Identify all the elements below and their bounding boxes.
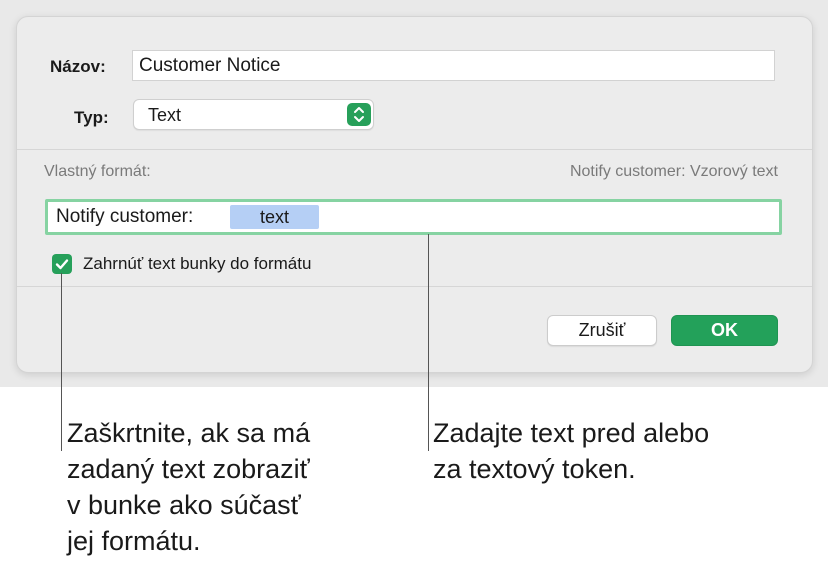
callout-left-line: jej formátu.	[67, 526, 201, 556]
type-select[interactable]: Text	[133, 99, 374, 130]
name-label: Názov:	[50, 57, 106, 76]
footer-divider	[17, 286, 812, 287]
callout-right: Zadajte text pred alebo za textový token…	[433, 415, 709, 487]
checkmark-icon	[55, 259, 69, 270]
callout-leader-right	[428, 234, 429, 451]
callout-right-line: za textový token.	[433, 454, 636, 484]
format-prefix-text: Notify customer:	[56, 206, 194, 227]
callout-left-line: Zaškrtnite, ak sa má	[67, 418, 311, 448]
custom-format-label: Vlastný formát:	[44, 163, 151, 180]
callout-left-line: zadaný text zobraziť	[67, 454, 310, 484]
section-divider	[17, 149, 812, 150]
custom-format-dialog: Názov: Customer Notice Typ: Text Vlastný…	[16, 16, 813, 373]
text-token[interactable]: text	[230, 205, 319, 229]
callout-leader-left	[61, 273, 62, 451]
custom-format-field[interactable]: Notify customer: text	[45, 199, 782, 235]
ok-button[interactable]: OK	[671, 315, 778, 346]
cancel-button[interactable]: Zrušiť	[547, 315, 657, 346]
callout-left: Zaškrtnite, ak sa má zadaný text zobrazi…	[67, 415, 310, 559]
type-select-value: Text	[148, 105, 182, 125]
include-cell-text-checkbox[interactable]	[52, 254, 72, 274]
callout-right-line: Zadajte text pred alebo	[433, 418, 710, 448]
type-label: Typ:	[74, 108, 109, 127]
select-stepper-icon	[347, 103, 371, 126]
name-input[interactable]: Customer Notice	[132, 50, 775, 81]
format-preview: Notify customer: Vzorový text	[569, 163, 778, 180]
include-cell-text-label[interactable]: Zahrnúť text bunky do formátu	[83, 253, 311, 275]
callout-left-line: v bunke ako súčasť	[67, 490, 301, 520]
